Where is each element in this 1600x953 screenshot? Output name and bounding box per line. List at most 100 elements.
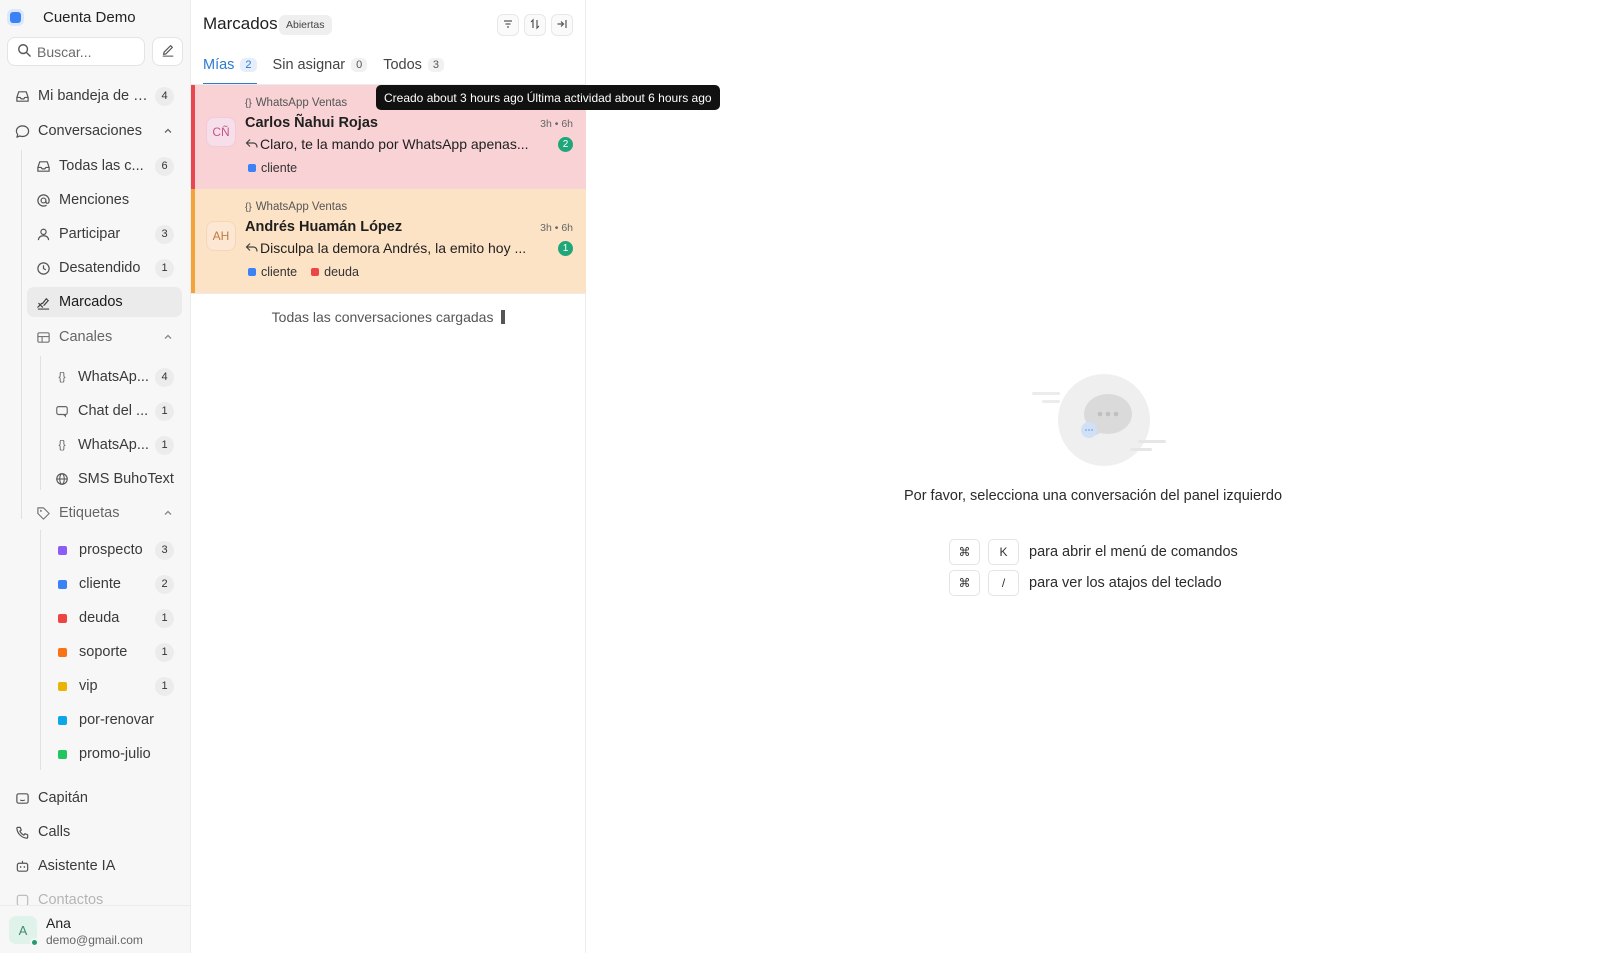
filter-icon [502, 17, 514, 33]
tab-mine[interactable]: Mías 2 [203, 55, 257, 85]
sidebar-item-label: Desatendido [59, 260, 141, 276]
sort-button[interactable] [524, 14, 546, 36]
sidebar-item-label: Todas las c... [59, 158, 144, 174]
tab-unassigned[interactable]: Sin asignar 0 [273, 55, 368, 85]
priority-stripe [191, 85, 195, 189]
sidebar-item-calls[interactable]: Calls [8, 817, 180, 847]
braces-icon: {} [245, 201, 252, 213]
sidebar-item-label: Participar [59, 226, 121, 242]
unread-count-badge: 2 [558, 137, 573, 152]
sidebar-item-unattended[interactable]: Desatendido 1 [27, 253, 180, 283]
sidebar-item-flagged[interactable]: Marcados [27, 287, 182, 317]
sidebar-item-tag-promo-julio[interactable]: promo-julio [46, 739, 180, 769]
pencil-icon [161, 43, 175, 60]
sidebar-group-label: Canales [59, 329, 113, 345]
sidebar-item-label: WhatsAp... [78, 369, 149, 385]
globe-icon [54, 471, 70, 487]
keycap-cmd: ⌘ [949, 539, 980, 565]
sidebar-item-captain[interactable]: Capitán [8, 783, 180, 813]
captain-icon [14, 790, 30, 806]
sidebar-item-channel-sms[interactable]: SMS BuhoText [46, 464, 180, 494]
clock-icon [35, 260, 51, 276]
status-filter-pill[interactable]: Abiertas [279, 15, 332, 35]
tab-all[interactable]: Todos 3 [383, 55, 445, 85]
compose-button[interactable] [152, 37, 183, 66]
sidebar-group-conversations[interactable]: Conversaciones [8, 116, 180, 146]
label-chip: cliente [248, 265, 297, 279]
sidebar-group-channels[interactable]: Canales [27, 322, 180, 352]
conversation-list-panel: Marcados Abiertas Mías 2 Sin asignar 0 T… [191, 0, 586, 953]
tag-color-dot [58, 749, 67, 759]
label-color-dot [311, 268, 320, 276]
account-switcher[interactable]: Cuenta Demo [10, 6, 136, 28]
search-input[interactable] [37, 43, 137, 60]
sidebar-item-channel-whatsapp-1[interactable]: {} WhatsAp... 4 [46, 362, 180, 392]
search-box[interactable] [7, 37, 145, 66]
signature-icon [35, 294, 51, 310]
tag-color-dot [58, 715, 67, 725]
inbox-icon [14, 88, 30, 104]
user-icon [35, 226, 51, 242]
last-message-text: Claro, te la mando por WhatsApp apenas..… [260, 136, 529, 152]
inbox-name: {} WhatsApp Ventas [245, 201, 347, 213]
sidebar-item-ai-assistant[interactable]: Asistente IA [8, 851, 180, 881]
collapse-panel-button[interactable] [551, 14, 573, 36]
sidebar-item-label: WhatsAp... [78, 437, 149, 453]
shortcut-description: para abrir el menú de comandos [1029, 544, 1238, 560]
unread-count-badge: 1 [558, 241, 573, 256]
tag-color-dot [58, 579, 67, 589]
page-title: Marcados [203, 14, 278, 33]
sidebar-item-tag-vip[interactable]: vip 1 [46, 671, 180, 701]
sidebar-item-label: soporte [79, 644, 128, 660]
sidebar-item-channel-whatsapp-2[interactable]: {} WhatsAp... 1 [46, 430, 180, 460]
assignee-tabs: Mías 2 Sin asignar 0 Todos 3 [203, 55, 445, 85]
sidebar-item-tag-deuda[interactable]: deuda 1 [46, 603, 180, 633]
sidebar-item-channel-webchat[interactable]: Chat del ... 1 [46, 396, 180, 426]
sidebar-item-label: promo-julio [79, 746, 151, 762]
last-message: Claro, te la mando por WhatsApp apenas..… [245, 136, 548, 152]
sidebar-group-tags[interactable]: Etiquetas [27, 498, 180, 528]
count-badge: 2 [155, 574, 174, 594]
sidebar-item-tag-por-renovar[interactable]: por-renovar [46, 705, 180, 735]
sidebar-item-tag-soporte[interactable]: soporte 1 [46, 637, 180, 667]
filter-button[interactable] [497, 14, 519, 36]
user-name: Ana [46, 915, 71, 931]
label-chip: deuda [311, 265, 359, 279]
tag-color-dot [58, 681, 67, 691]
sidebar-item-tag-cliente[interactable]: cliente 2 [46, 569, 180, 599]
sidebar: Cuenta Demo Mi bandeja de en... 4 Conver… [0, 0, 191, 953]
tag-color-dot [58, 647, 67, 657]
sidebar-item-tag-prospecto[interactable]: prospecto 3 [46, 535, 180, 565]
count-badge: 1 [155, 435, 174, 455]
sidebar-item-inbox[interactable]: Mi bandeja de en... 4 [8, 81, 180, 111]
braces-icon: {} [245, 97, 252, 109]
label-text: cliente [261, 161, 298, 175]
divider [191, 293, 586, 294]
sidebar-item-label: SMS BuhoText [78, 471, 174, 487]
chevron-up-icon[interactable] [160, 123, 176, 139]
label-text: deuda [324, 265, 359, 279]
user-profile[interactable]: A Ana demo@gmail.com [0, 905, 190, 953]
contact-name: Andrés Huamán López [245, 219, 403, 235]
conversation-card[interactable]: AH {} WhatsApp Ventas Andrés Huamán Lópe… [191, 189, 586, 293]
last-message-text: Disculpa la demora Andrés, la emito hoy … [260, 240, 527, 256]
chevron-up-icon[interactable] [160, 505, 176, 521]
sidebar-item-label: por-renovar [79, 712, 154, 728]
label-color-dot [248, 164, 256, 172]
tree-line [21, 150, 22, 519]
sidebar-item-mentions[interactable]: Menciones [27, 185, 180, 215]
braces-icon: {} [58, 439, 66, 451]
shortcut-command-menu: ⌘ K para abrir el menú de comandos [949, 539, 1238, 565]
sidebar-item-participating[interactable]: Participar 3 [27, 219, 180, 249]
chevron-up-icon[interactable] [160, 329, 176, 345]
sidebar-item-all-conversations[interactable]: Todas las c... 6 [27, 151, 180, 181]
user-email: demo@gmail.com [46, 933, 143, 947]
robot-icon [14, 858, 30, 874]
keycap: / [988, 570, 1019, 596]
keycap: K [988, 539, 1019, 565]
chat-bubble-icon [14, 123, 30, 139]
tree-line [40, 530, 41, 770]
last-message: Disculpa la demora Andrés, la emito hoy … [245, 240, 548, 256]
sidebar-item-label: Capitán [38, 790, 88, 806]
sidebar-item-label: prospecto [79, 542, 143, 558]
